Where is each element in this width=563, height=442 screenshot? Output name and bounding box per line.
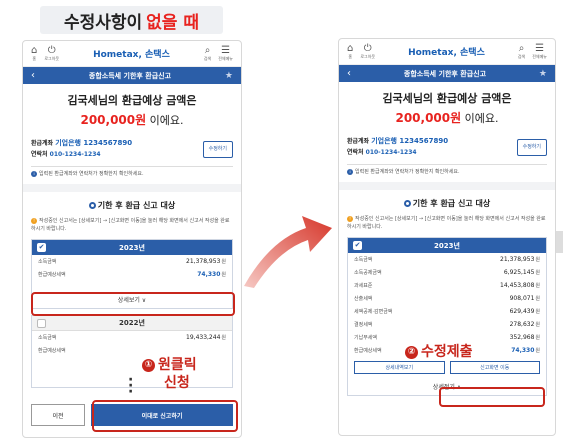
hometax-logo[interactable]: Hometax, 손택스 [408, 45, 485, 58]
title-banner: 수정사항이 없을 때 [40, 6, 223, 34]
table-row: 세액공제·감면금액 629,439원 [354, 308, 540, 315]
table-row: 환급예상세액 [38, 348, 66, 354]
banner-text: 수정사항이 [63, 12, 143, 33]
detail-history-button[interactable]: 상세내역보기 [354, 361, 445, 374]
bank-account: 기업은행 1234567890 [55, 139, 133, 147]
power-icon: ⏻ [47, 44, 56, 56]
refund-amount: 200,000원 [395, 111, 462, 125]
highlight-submit [92, 400, 238, 432]
table-row: 환급예상세액 74,330원 [38, 271, 226, 278]
guide-text: ! 작성중인 신고서는 [상세보기] → [신고화면 이동]을 눌러 해당 화면에… [347, 216, 546, 230]
account-info: 환급계좌 기업은행 1234567890 연락처 010-1234-1234 수… [339, 126, 555, 158]
highlight-go-to-filing [439, 387, 545, 407]
search-button[interactable]: ⌕ 검색 [204, 44, 211, 62]
nav-bar: ‹ 종합소득세 기한후 환급신고 ★ [339, 65, 555, 82]
section-title: 기한 후 환급 신고 대상 [23, 192, 241, 211]
check-icon[interactable]: ✔ [37, 243, 46, 252]
card-header[interactable]: ✔ 2023년 [32, 240, 232, 255]
prev-button[interactable]: 이전 [31, 404, 85, 426]
year-card-2023-expanded: ✔ 2023년 소득금액 21,378,953원 소득공제금액 6,925,145원 … [347, 237, 547, 396]
user-name: 김국세 [67, 94, 98, 107]
refund-amount: 200,000원 [80, 113, 147, 127]
circle-icon [88, 202, 96, 209]
logout-button[interactable]: ⏻ 로그아웃 [44, 44, 59, 62]
annotation-one-click: ① 원클릭 신청 [142, 356, 197, 392]
go-to-filing-button[interactable]: 신고화면 이동 [449, 361, 540, 374]
nav-title: 종합소득세 기한후 환급신고 [403, 69, 487, 78]
edit-button[interactable]: 수정하기 [202, 141, 233, 158]
warning-icon: ! [31, 218, 37, 224]
star-icon[interactable]: ★ [225, 71, 233, 81]
logout-button[interactable]: ⏻ 로그아웃 [360, 42, 375, 60]
top-bar: ⌂ 홈 ⏻ 로그아웃 Hometax, 손택스 ⌕ 검색 ☰ 전체메뉴 [339, 39, 555, 65]
account-info: 환급계좌 기업은행 1234567890 연락처 010-1234-1234 수… [23, 128, 241, 160]
annotation-revise-submit: ② 수정제출 [402, 343, 476, 361]
power-icon: ⏻ [363, 42, 372, 54]
table-row: 소득공제금액 6,925,145원 [354, 269, 540, 276]
top-bar: ⌂ 홈 ⏻ 로그아웃 Hometax, 손택스 ⌕ 검색 ☰ 전체메뉴 [23, 41, 241, 67]
nav-bar: ‹ 종합소득세 기한후 환급신고 ★ [23, 67, 241, 84]
guide-text: ! 작성중인 신고서는 [상세보기] → [신고화면 이동]을 눌러 해당 화면에… [31, 218, 230, 232]
check-icon[interactable]: ✔ [353, 241, 362, 250]
bank-account: 기업은행 1234567890 [371, 137, 449, 145]
table-row: 과세표준 14,453,808원 [354, 282, 540, 289]
table-row: 결정세액 278,632원 [354, 321, 540, 328]
phone-number: 010-1234-1234 [49, 151, 101, 158]
card-header[interactable]: 2022년 [32, 316, 232, 331]
home-button[interactable]: ⌂ 홈 [347, 42, 354, 60]
phone-screen-2: ⌂ 홈 ⏻ 로그아웃 Hometax, 손택스 ⌕ 검색 ☰ 전체메뉴 ‹ 종합소득세 … [338, 38, 556, 436]
home-icon: ⌂ [31, 44, 38, 56]
edit-button[interactable]: 수정하기 [516, 139, 547, 156]
greeting: 김국세님의 환급예상 금액은 200,000원 이에요. [382, 92, 512, 125]
circle-icon [403, 200, 411, 207]
menu-button[interactable]: ☰ 전체메뉴 [218, 44, 233, 62]
checkbox-icon[interactable] [37, 319, 46, 328]
card-header[interactable]: ✔ 2023년 [348, 238, 546, 253]
banner-highlight: 없을 때 [146, 12, 200, 33]
table-row: 소득금액 19,433,244원 [38, 334, 226, 341]
more-dots: · · · [128, 372, 134, 400]
menu-button[interactable]: ☰ 전체메뉴 [532, 42, 547, 60]
info-icon: i [347, 168, 353, 175]
phone-number: 010-1234-1234 [365, 149, 417, 156]
greeting: 김국세님의 환급예상 금액은 200,000원 이에요. [67, 94, 197, 127]
hamburger-icon: ☰ [221, 44, 231, 56]
notice: i 입력된 환급계좌와 연락처가 정확한지 확인하세요. [23, 167, 241, 180]
table-row: 소득금액 21,378,953원 [354, 256, 540, 263]
nav-title: 종합소득세 기한후 환급신고 [88, 71, 172, 80]
warning-icon: ! [347, 216, 353, 222]
home-icon: ⌂ [347, 42, 354, 54]
home-button[interactable]: ⌂ 홈 [31, 44, 38, 62]
user-name: 김국세 [382, 92, 413, 105]
hometax-logo[interactable]: Hometax, 손택스 [93, 47, 170, 60]
star-icon[interactable]: ★ [539, 69, 547, 79]
table-row: 산출세액 908,071원 [354, 295, 540, 302]
back-icon[interactable]: ‹ [31, 70, 35, 81]
arrow-icon [244, 216, 332, 288]
highlight-detail-view [31, 292, 235, 316]
section-title: 기한 후 환급 신고 대상 [339, 190, 555, 209]
hamburger-icon: ☰ [535, 42, 545, 54]
search-button[interactable]: ⌕ 검색 [518, 42, 525, 60]
back-icon[interactable]: ‹ [347, 68, 351, 79]
info-icon: i [31, 170, 37, 177]
search-icon: ⌕ [204, 44, 211, 56]
notice: i 입력된 환급계좌와 연락처가 정확한지 확인하세요. [339, 165, 555, 178]
search-icon: ⌕ [518, 42, 525, 54]
table-row: 소득금액 21,378,953원 [38, 258, 226, 265]
